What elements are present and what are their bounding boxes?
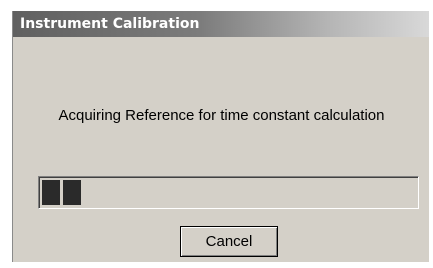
progress-fill <box>42 180 83 205</box>
window-title: Instrument Calibration <box>20 16 200 32</box>
cancel-button[interactable]: Cancel <box>180 226 278 257</box>
status-message: Acquiring Reference for time constant ca… <box>58 107 385 124</box>
calibration-dialog: Instrument Calibration Acquiring Referen… <box>12 11 429 262</box>
progress-bar <box>38 176 419 209</box>
progress-block <box>42 180 60 205</box>
progress-block <box>63 180 81 205</box>
title-bar[interactable]: Instrument Calibration <box>13 11 429 37</box>
